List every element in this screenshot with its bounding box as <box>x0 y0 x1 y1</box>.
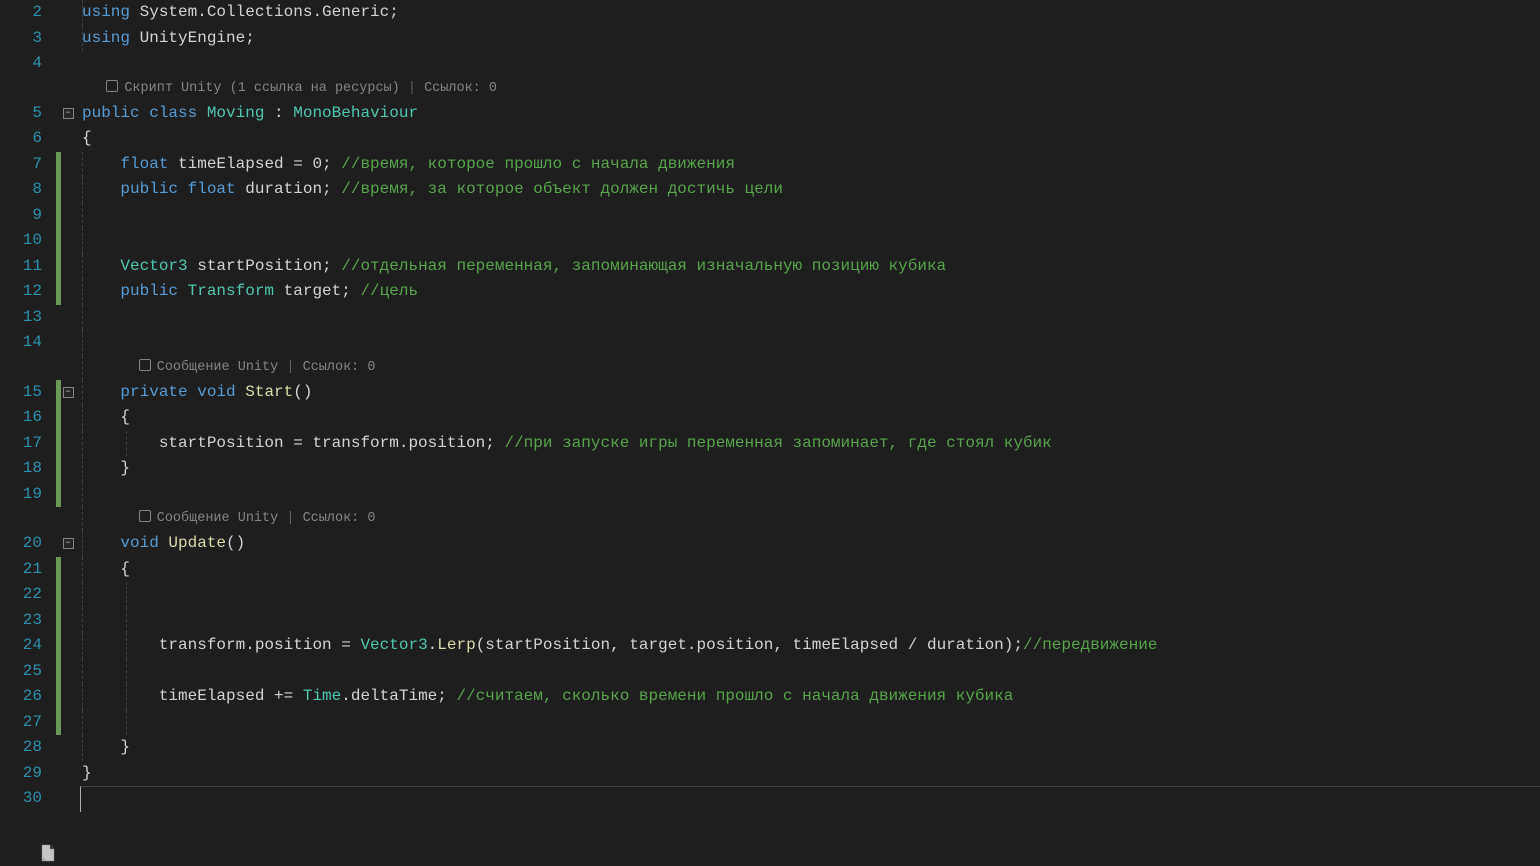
fold-toggle-icon[interactable]: − <box>63 108 74 119</box>
codelens[interactable]: Сообщение Unity | Ссылок: 0 <box>80 356 1540 380</box>
line-number-gutter: 2 3 4 5 6 7 8 9 10 11 12 13 14 15 16 17 … <box>0 0 56 866</box>
code-line[interactable]: { <box>80 405 1540 431</box>
line-number: 23 <box>0 608 42 634</box>
line-number: 17 <box>0 431 42 457</box>
cube-icon <box>139 359 151 371</box>
code-line[interactable] <box>80 203 1540 229</box>
line-number: 9 <box>0 203 42 229</box>
line-number: 19 <box>0 482 42 508</box>
line-number: 24 <box>0 633 42 659</box>
change-indicator <box>56 279 61 305</box>
code-line[interactable]: { <box>80 557 1540 583</box>
line-number: 30 <box>0 786 42 812</box>
change-indicator <box>56 228 61 254</box>
code-line[interactable]: public float duration; //время, за котор… <box>80 177 1540 203</box>
code-line[interactable] <box>80 305 1540 331</box>
code-line[interactable]: } <box>80 456 1540 482</box>
line-number: 12 <box>0 279 42 305</box>
line-number: 28 <box>0 735 42 761</box>
line-number: 15 <box>0 380 42 406</box>
code-line[interactable]: { <box>80 126 1540 152</box>
line-number <box>0 77 42 101</box>
fold-toggle-icon[interactable]: − <box>63 387 74 398</box>
change-indicator <box>56 710 61 736</box>
code-line[interactable] <box>80 482 1540 508</box>
line-number: 22 <box>0 582 42 608</box>
code-line[interactable]: timeElapsed += Time.deltaTime; //считаем… <box>80 684 1540 710</box>
cube-icon <box>106 80 118 92</box>
line-number <box>0 356 42 380</box>
change-indicator <box>56 582 61 608</box>
change-indicator <box>56 456 61 482</box>
change-indicator <box>56 659 61 685</box>
line-number: 20 <box>0 531 42 557</box>
line-number: 6 <box>0 126 42 152</box>
code-line[interactable] <box>80 659 1540 685</box>
line-number: 26 <box>0 684 42 710</box>
code-line[interactable]: using System.Collections.Generic; <box>80 0 1540 26</box>
change-indicator <box>56 633 61 659</box>
change-indicator <box>56 254 61 280</box>
line-number: 14 <box>0 330 42 356</box>
code-line[interactable]: } <box>80 735 1540 761</box>
code-line[interactable] <box>80 330 1540 356</box>
line-number: 13 <box>0 305 42 331</box>
code-editor: 2 3 4 5 6 7 8 9 10 11 12 13 14 15 16 17 … <box>0 0 1540 866</box>
change-indicator <box>56 608 61 634</box>
line-number: 25 <box>0 659 42 685</box>
change-indicator <box>56 203 61 229</box>
line-number: 7 <box>0 152 42 178</box>
line-number: 27 <box>0 710 42 736</box>
cube-icon <box>139 510 151 522</box>
line-number: 2 <box>0 0 42 26</box>
line-number: 21 <box>0 557 42 583</box>
codelens[interactable]: Скрипт Unity (1 ссылка на ресурсы) | Ссы… <box>80 77 1540 101</box>
code-line[interactable] <box>80 51 1540 77</box>
code-line[interactable]: private void Start() <box>80 380 1540 406</box>
fold-toggle-icon[interactable]: − <box>63 538 74 549</box>
line-number: 5 <box>0 101 42 127</box>
bookmark-icon[interactable] <box>40 844 56 862</box>
code-line[interactable]: using UnityEngine; <box>80 26 1540 52</box>
change-indicator <box>56 380 61 406</box>
code-line[interactable]: } <box>80 761 1540 787</box>
code-line[interactable]: public Transform target; //цель <box>80 279 1540 305</box>
line-number: 8 <box>0 177 42 203</box>
line-number: 10 <box>0 228 42 254</box>
change-indicator <box>56 557 61 583</box>
code-line[interactable] <box>80 228 1540 254</box>
line-number: 3 <box>0 26 42 52</box>
codelens[interactable]: Сообщение Unity | Ссылок: 0 <box>80 507 1540 531</box>
code-line[interactable] <box>80 786 1540 812</box>
line-number: 29 <box>0 761 42 787</box>
line-number: 18 <box>0 456 42 482</box>
line-number: 16 <box>0 405 42 431</box>
code-line[interactable] <box>80 582 1540 608</box>
code-line[interactable] <box>80 710 1540 736</box>
code-line[interactable]: float timeElapsed = 0; //время, которое … <box>80 152 1540 178</box>
code-line[interactable]: Vector3 startPosition; //отдельная перем… <box>80 254 1540 280</box>
change-indicator <box>56 405 61 431</box>
change-indicator <box>56 431 61 457</box>
change-indicator <box>56 177 61 203</box>
editor-margin: − − − <box>56 0 80 866</box>
line-number: 4 <box>0 51 42 77</box>
change-indicator <box>56 684 61 710</box>
change-indicator <box>56 482 61 508</box>
code-line[interactable]: void Update() <box>80 531 1540 557</box>
code-area[interactable]: using System.Collections.Generic; using … <box>80 0 1540 866</box>
code-line[interactable] <box>80 608 1540 634</box>
code-line[interactable]: transform.position = Vector3.Lerp(startP… <box>80 633 1540 659</box>
line-number: 11 <box>0 254 42 280</box>
code-line[interactable]: startPosition = transform.position; //пр… <box>80 431 1540 457</box>
line-number <box>0 507 42 531</box>
code-line[interactable]: public class Moving : MonoBehaviour <box>80 101 1540 127</box>
change-indicator <box>56 152 61 178</box>
